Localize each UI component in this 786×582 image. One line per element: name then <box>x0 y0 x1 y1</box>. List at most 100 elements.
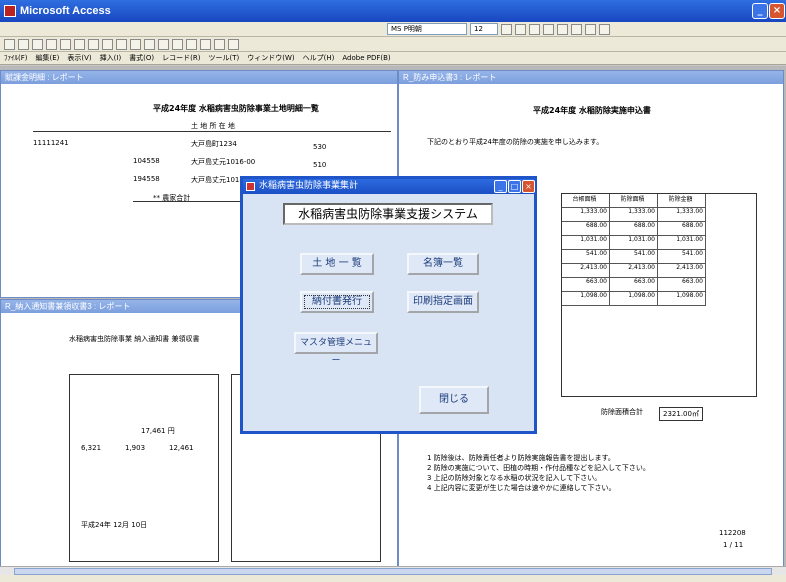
italic-icon[interactable] <box>515 23 526 35</box>
print-settings-button[interactable]: 印刷指定画面 <box>407 291 479 313</box>
save-icon[interactable] <box>18 38 29 50</box>
spelling-icon[interactable] <box>60 38 71 50</box>
application-table: 台帳面積 防除面積 防除金額 1,333.00 1,333.00 1,333.0… <box>561 193 757 397</box>
print-preview-icon[interactable] <box>46 38 57 50</box>
note-line: 2 防除の実施について、田植の時期・作付品種などを記入して下さい。 <box>427 464 650 472</box>
table-cell: 541.00 <box>610 250 658 264</box>
status-bar <box>0 575 786 582</box>
amount-cell: 1,903 <box>125 444 146 452</box>
font-color-icon[interactable] <box>585 23 596 35</box>
issue-notice-button[interactable]: 納付書発行 <box>300 291 374 313</box>
table-cell: 2,413.00 <box>610 264 658 278</box>
land-list-button[interactable]: 土 地 一 覧 <box>300 253 374 275</box>
master-menu-button[interactable]: マスタ管理メニュー <box>294 332 378 366</box>
table-cell: 688.00 <box>610 222 658 236</box>
underline-icon[interactable] <box>529 23 540 35</box>
standard-toolbar <box>0 37 786 52</box>
menu-adobe-pdf[interactable]: Adobe PDF(B) <box>342 52 390 64</box>
column-land: 土 地 所 在 地 <box>191 122 235 130</box>
view-icon[interactable] <box>4 38 15 50</box>
footer-number: 112208 <box>719 529 746 537</box>
sort-icon[interactable] <box>130 38 141 50</box>
menu-file[interactable]: ﾌｧｲﾙ(F) <box>4 52 28 64</box>
app-title-bar: Microsoft Access _ × <box>0 0 786 22</box>
menu-help[interactable]: ヘルプ(H) <box>303 52 335 64</box>
close-dialog-button[interactable]: 閉じる <box>419 386 489 414</box>
window-title: R_防み申込書3 : レポート <box>399 71 783 84</box>
menu-records[interactable]: レコード(R) <box>162 52 200 64</box>
table-cell: 1,098.00 <box>610 292 658 306</box>
paste-icon[interactable] <box>102 38 113 50</box>
undo-icon[interactable] <box>116 38 127 50</box>
database-window-icon[interactable] <box>200 38 211 50</box>
copy-icon[interactable] <box>88 38 99 50</box>
table-cell: 1,031.00 <box>658 236 706 250</box>
intro-text: 下記のとおり平成24年度の防除の実施を申し込みます。 <box>427 138 604 146</box>
font-name-combo[interactable]: MS P明朝 <box>387 23 467 35</box>
notice-date: 平成24年 12月 10日 <box>81 521 148 529</box>
scrollbar-thumb[interactable] <box>14 568 772 575</box>
system-name-label: 水稲病害虫防除事業支援システム <box>283 203 493 225</box>
table-cell: 541.00 <box>658 250 706 264</box>
table-cell: 541.00 <box>562 250 610 264</box>
formatting-toolbar: MS P明朝 12 <box>0 22 786 37</box>
table-cell: 1,333.00 <box>562 208 610 222</box>
table-cell: 663.00 <box>562 278 610 292</box>
amount-cell: 12,461 <box>169 444 194 452</box>
column-amount: 防除金額 <box>658 194 706 208</box>
header-rule <box>33 131 391 132</box>
roster-button[interactable]: 名簿一覧 <box>407 253 479 275</box>
new-record-icon[interactable] <box>172 38 183 50</box>
align-center-icon[interactable] <box>557 23 568 35</box>
column-actual: 防除面積 <box>610 194 658 208</box>
line-color-icon[interactable] <box>599 23 610 35</box>
print-icon[interactable] <box>32 38 43 50</box>
table-cell: 1,333.00 <box>658 208 706 222</box>
notice-amount: 17,461 円 <box>141 427 175 435</box>
font-size-combo[interactable]: 12 <box>470 23 498 35</box>
note-line: 3 上記の防除対象となる水稲の状況を記入して下さい。 <box>427 474 602 482</box>
row-code: 104558 <box>133 157 160 165</box>
new-object-icon[interactable] <box>214 38 225 50</box>
menu-insert[interactable]: 挿入(I) <box>100 52 122 64</box>
align-left-icon[interactable] <box>543 23 554 35</box>
table-cell: 663.00 <box>658 278 706 292</box>
table-cell: 688.00 <box>562 222 610 236</box>
menu-tools[interactable]: ツール(T) <box>209 52 240 64</box>
dialog-title: 水稲病害虫防除事業集計 <box>259 181 359 191</box>
dialog-minimize-button[interactable]: _ <box>494 180 507 193</box>
menu-format[interactable]: 書式(O) <box>129 52 154 64</box>
table-cell: 1,333.00 <box>610 208 658 222</box>
help-icon[interactable] <box>228 38 239 50</box>
table-cell: 688.00 <box>658 222 706 236</box>
total-area-value: 2321.00㎡ <box>659 407 703 421</box>
menu-edit[interactable]: 編集(E) <box>36 52 60 64</box>
report-heading: 平成24年度 水稲病害虫防除事業土地明細一覧 <box>153 104 319 113</box>
form-icon <box>246 182 255 191</box>
menu-window[interactable]: ウィンドウ(W) <box>247 52 294 64</box>
menu-bar: ﾌｧｲﾙ(F) 編集(E) 表示(V) 挿入(I) 書式(O) レコード(R) … <box>0 52 786 65</box>
delete-record-icon[interactable] <box>186 38 197 50</box>
minimize-button[interactable]: _ <box>752 3 768 19</box>
dialog-close-button[interactable]: × <box>522 180 535 193</box>
fill-color-icon[interactable] <box>571 23 582 35</box>
main-menu-dialog[interactable]: 水稲病害虫防除事業集計 _ □ × 水稲病害虫防除事業支援システム 土 地 一 … <box>240 176 537 434</box>
table-cell: 1,031.00 <box>610 236 658 250</box>
find-icon[interactable] <box>158 38 169 50</box>
row-value: 510 <box>313 161 327 169</box>
row-address: 大戸島町1234 <box>191 140 237 148</box>
close-button[interactable]: × <box>769 3 785 19</box>
access-key-icon <box>4 5 16 17</box>
menu-view[interactable]: 表示(V) <box>67 52 91 64</box>
table-cell: 1,031.00 <box>562 236 610 250</box>
cut-icon[interactable] <box>74 38 85 50</box>
report-heading: 平成24年度 水稲防除実施申込書 <box>533 106 651 115</box>
bold-icon[interactable] <box>501 23 512 35</box>
dialog-maximize-button[interactable]: □ <box>508 180 521 193</box>
window-title: 賦課金明細 : レポート <box>1 71 397 84</box>
filter-icon[interactable] <box>144 38 155 50</box>
table-cell: 2,413.00 <box>562 264 610 278</box>
footer-page: 1 / 11 <box>723 541 744 549</box>
horizontal-scrollbar[interactable] <box>0 566 786 575</box>
amount-cell: 6,321 <box>81 444 102 452</box>
